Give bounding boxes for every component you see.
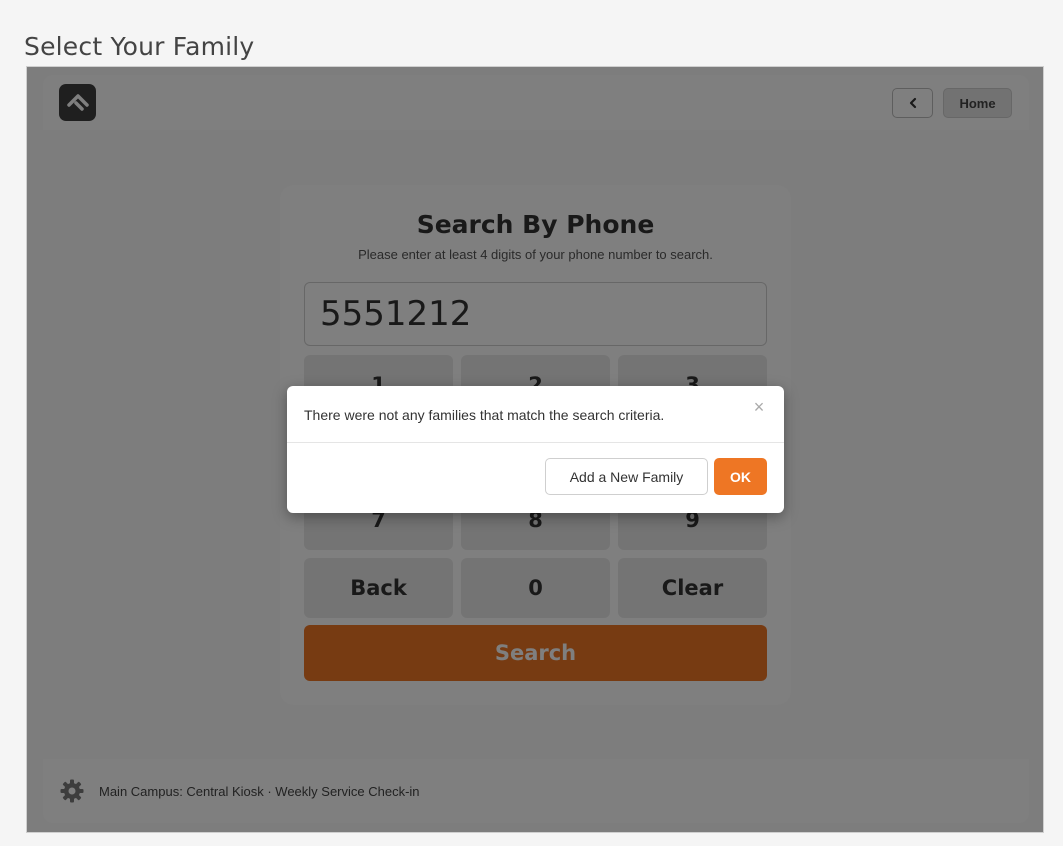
ok-button[interactable]: OK bbox=[714, 458, 767, 495]
dialog-divider bbox=[287, 442, 784, 443]
no-results-dialog: There were not any families that match t… bbox=[287, 386, 784, 513]
add-new-family-button[interactable]: Add a New Family bbox=[545, 458, 708, 495]
page-title: Select Your Family bbox=[24, 32, 255, 61]
close-icon[interactable]: × bbox=[750, 398, 768, 416]
kiosk-frame: Home Search By Phone Please enter at lea… bbox=[26, 66, 1044, 833]
dialog-message: There were not any families that match t… bbox=[304, 407, 665, 423]
